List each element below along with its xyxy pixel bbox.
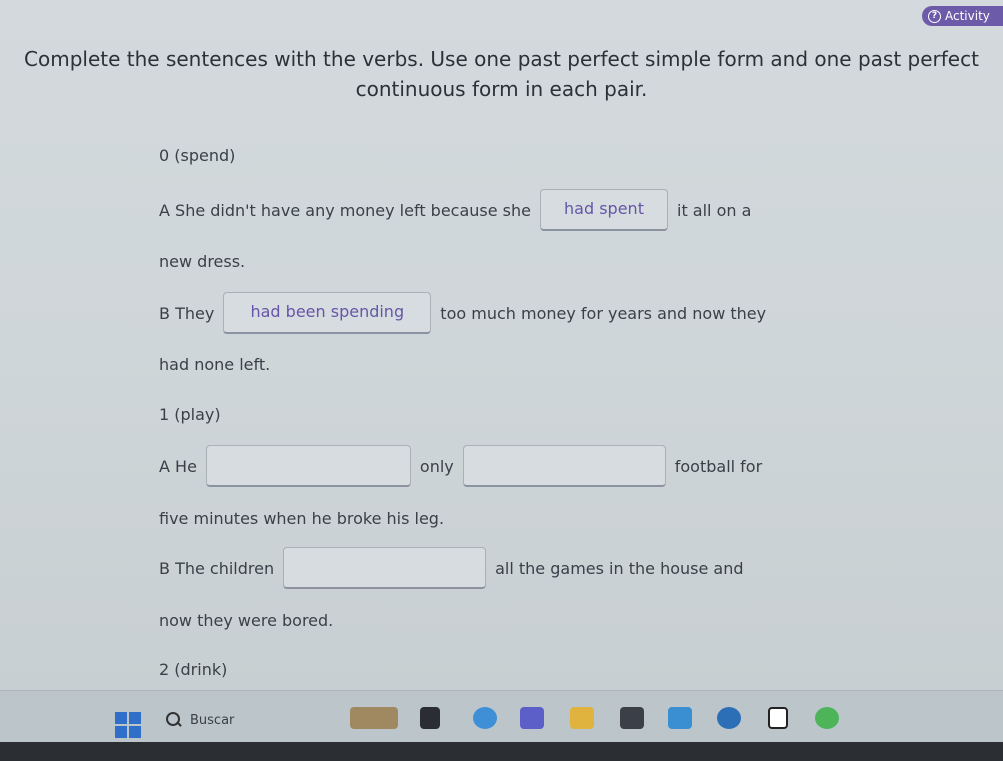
sentence-text: football for bbox=[674, 456, 763, 476]
activity-label: Activity bbox=[945, 9, 990, 23]
sentence-text: too much money for years and now they bbox=[440, 303, 767, 323]
sentence-text: A He bbox=[159, 456, 197, 476]
answer-field-1a-first[interactable] bbox=[205, 445, 411, 487]
search-label: Buscar bbox=[190, 712, 235, 728]
store-icon[interactable] bbox=[620, 707, 644, 729]
taskbar-search[interactable]: Buscar bbox=[166, 705, 336, 735]
item-1-a-continuation: five minutes when he broke his leg. bbox=[159, 509, 444, 528]
sentence-text: had none left. bbox=[159, 355, 271, 374]
item-heading: 0 (spend) bbox=[159, 146, 236, 165]
item-2-heading: 2 (drink) bbox=[159, 660, 227, 679]
widgets-icon[interactable] bbox=[350, 707, 398, 729]
item-0-a-line: A She didn't have any money left because… bbox=[159, 189, 751, 231]
answer-field-1b[interactable] bbox=[283, 547, 487, 589]
sentence-text: B The children bbox=[159, 558, 275, 578]
sentence-text: A She didn't have any money left because… bbox=[159, 200, 531, 220]
taskbar: Buscar bbox=[0, 690, 1003, 742]
item-0-b-continuation: had none left. bbox=[159, 355, 270, 374]
chrome-icon[interactable] bbox=[717, 707, 741, 729]
search-icon bbox=[166, 712, 182, 728]
help-icon: ? bbox=[928, 9, 941, 23]
sentence-text: now they were bored. bbox=[159, 611, 334, 630]
answer-field-1a-second[interactable] bbox=[462, 445, 666, 487]
start-icon[interactable] bbox=[115, 712, 141, 738]
activity-page: ? Activity Complete the sentences with t… bbox=[0, 0, 1003, 690]
sentence-text: it all on a bbox=[677, 200, 752, 220]
item-1-heading: 1 (play) bbox=[159, 405, 221, 424]
instructions: Complete the sentences with the verbs. U… bbox=[0, 44, 1003, 104]
item-1-a-line: A He only football for bbox=[159, 445, 762, 487]
sentence-text: only bbox=[419, 456, 454, 476]
folder-icon[interactable] bbox=[570, 707, 594, 729]
item-0-a-continuation: new dress. bbox=[159, 252, 245, 271]
teams-icon[interactable] bbox=[520, 707, 544, 729]
sentence-text: all the games in the house and bbox=[495, 558, 744, 578]
edge-icon[interactable] bbox=[473, 707, 497, 729]
item-1-b-continuation: now they were bored. bbox=[159, 611, 333, 630]
screen-bezel bbox=[0, 742, 1003, 761]
sentence-text: B They bbox=[159, 303, 215, 323]
sentence-text: five minutes when he broke his leg. bbox=[159, 509, 445, 528]
sentence-text: new dress. bbox=[159, 252, 246, 271]
instructions-line-2: continuous form in each pair. bbox=[355, 77, 648, 101]
item-0-heading: 0 (spend) bbox=[159, 146, 235, 165]
answer-field-0b[interactable]: had been spending bbox=[223, 292, 432, 334]
app-icon[interactable] bbox=[668, 707, 692, 729]
activity-button[interactable]: ? Activity bbox=[922, 6, 1003, 26]
item-0-b-line: B They had been spending too much money … bbox=[159, 292, 766, 334]
answer-field-0a[interactable]: had spent bbox=[540, 189, 668, 231]
taskview-icon[interactable] bbox=[420, 707, 440, 729]
browser-icon[interactable] bbox=[815, 707, 839, 729]
item-1-b-line: B The children all the games in the hous… bbox=[159, 547, 744, 589]
item-heading: 1 (play) bbox=[159, 405, 221, 424]
instructions-line-1: Complete the sentences with the verbs. U… bbox=[24, 47, 979, 71]
item-heading: 2 (drink) bbox=[159, 660, 228, 679]
notion-icon[interactable] bbox=[768, 707, 788, 729]
